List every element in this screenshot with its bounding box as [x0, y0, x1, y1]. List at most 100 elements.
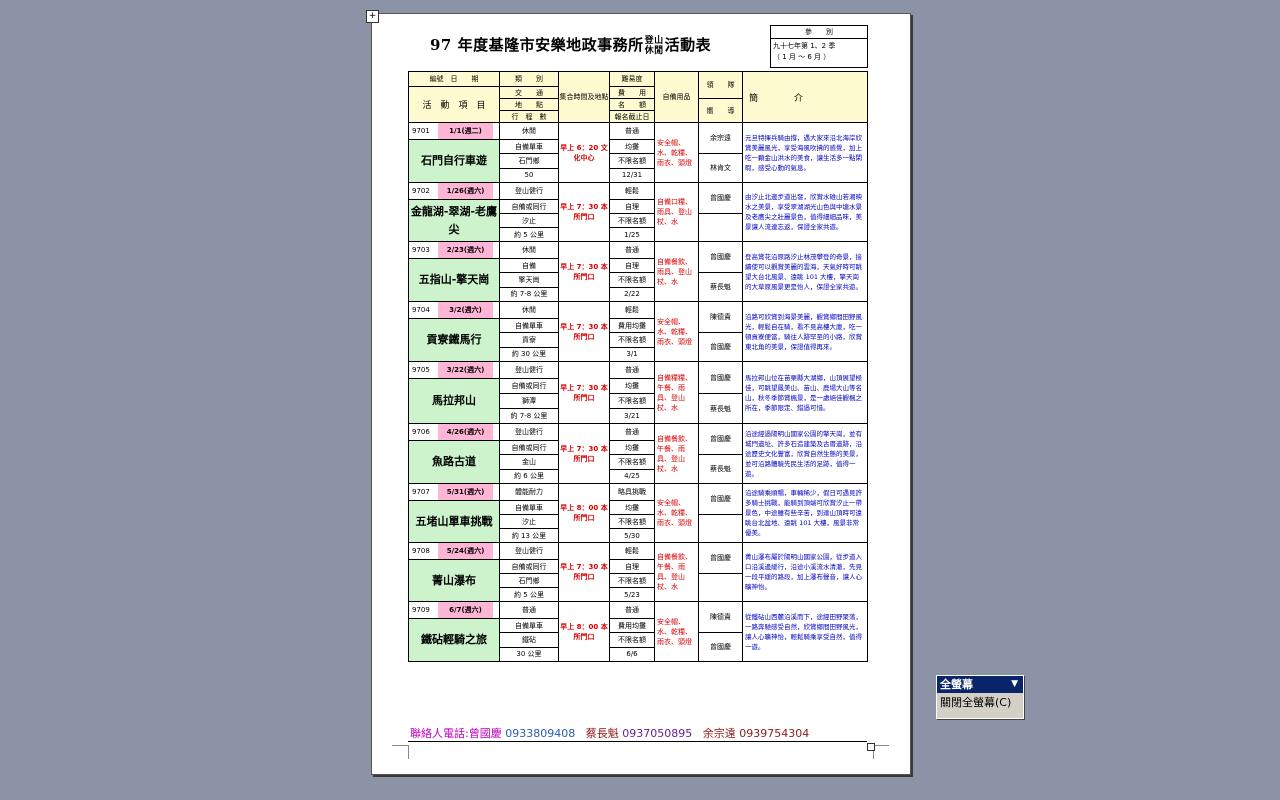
- table-move-handle-icon[interactable]: +: [366, 10, 379, 23]
- header-fee: 費 用: [609, 86, 655, 99]
- contact-3-name: 余宗遠: [702, 727, 736, 740]
- activity-leader: 曾國慶: [698, 423, 743, 455]
- activity-name: 菁山瀑布: [408, 559, 500, 602]
- table-resize-handle-icon[interactable]: [867, 743, 875, 751]
- reference-box: 參 別 九十七年第 1、2 季 （ 1 月 ～ 6 月 ）: [770, 25, 868, 68]
- activity-description: 沿途騎乘順暢，車輛稀少，假日可遇見許多騎士挑戰，能騎到頂端可欣賞汐止一帶景色，中…: [742, 483, 868, 543]
- activity-difficulty: 普通: [609, 601, 655, 619]
- activity-leader: 曾國慶: [698, 361, 743, 394]
- header-deadline: 報名截止日: [609, 110, 655, 123]
- reference-period: 九十七年第 1、2 季 （ 1 月 ～ 6 月 ）: [771, 39, 867, 65]
- activity-category: 登山健行: [499, 361, 559, 379]
- activity-date: 5/31(週六): [438, 484, 493, 500]
- activity-equipment: 安全帽、水、乾糧、雨衣、頭燈: [654, 601, 699, 662]
- activity-fee: 均攤: [609, 500, 655, 515]
- activity-equipment: 安全帽、水、乾糧、雨衣、頭燈: [654, 301, 699, 362]
- activity-meeting: 早上 8：00 本所門口: [558, 601, 610, 662]
- activity-location: 獅潭: [499, 393, 559, 409]
- fullscreen-toolbar[interactable]: 全螢幕 ▼ 關閉全螢幕(C): [936, 675, 1024, 719]
- activity-code-date: 9708 5/24(週六): [408, 542, 500, 560]
- activity-schedule-table: 編號 日 期 類 別 集合時間及地點 難易度 自備用品 領 隊 簡 介 活 動 …: [408, 71, 868, 662]
- contact-footer: 聯絡人電話:曾國慶 0933809408 蔡長魁 0937050895 余宗遠 …: [410, 725, 809, 741]
- activity-code: 9706: [409, 424, 438, 439]
- activity-plan: 50: [499, 167, 559, 183]
- contact-1-phone: 0933809408: [505, 727, 576, 740]
- activity-code-date: 9702 1/26(週六): [408, 182, 500, 200]
- activity-category: 休閒: [499, 241, 559, 259]
- close-fullscreen-button[interactable]: 關閉全螢幕(C): [937, 693, 1023, 713]
- activity-deadline: 2/22: [609, 286, 655, 302]
- activity-difficulty: 普通: [609, 361, 655, 379]
- activity-equipment: 安全帽、水、乾糧、雨衣、頭燈: [654, 122, 699, 183]
- activity-location: 金山: [499, 454, 559, 470]
- activity-description: 沿路可欣賞到海景美麗，觀賞鄉間田野風光，輕鬆自在騎，看不見高樓大廈，吃一頓貢寮便…: [742, 301, 868, 362]
- header-item: 活 動 項 目: [408, 86, 500, 123]
- header-location: 地 點: [499, 98, 559, 111]
- activity-description: 菁山瀑布屬於陽明山國家公園，從步道入口沿溪邊緩行，沿途小溪流水清澈，先見一段平緩…: [742, 542, 868, 602]
- activity-date: 4/26(週六): [438, 424, 493, 440]
- activity-difficulty: 輕鬆: [609, 542, 655, 560]
- activity-date: 3/22(週六): [438, 362, 493, 378]
- activity-transport: 自備單車: [499, 139, 559, 154]
- reference-line-2: （ 1 月 ～ 6 月 ）: [773, 53, 831, 61]
- activity-plan: 約 6 公里: [499, 468, 559, 484]
- activity-location: 石門鄉: [499, 153, 559, 169]
- fullscreen-toolbar-title-text: 全螢幕: [940, 678, 973, 691]
- footer-divider: [408, 741, 867, 742]
- activity-deadline: 12/31: [609, 167, 655, 183]
- activity-leader: 曾國慶: [698, 542, 743, 574]
- activity-leader: 曾國慶: [698, 483, 743, 515]
- header-category: 類 別: [499, 71, 559, 87]
- activity-code-date: 9703 2/23(週六): [408, 241, 500, 259]
- activity-transport: 自備或同行: [499, 199, 559, 214]
- header-difficulty: 難易度: [609, 71, 655, 87]
- activity-fee: 費用均攤: [609, 618, 655, 633]
- activity-name: 貢寮鐵馬行: [408, 318, 500, 362]
- header-equipment: 自備用品: [654, 71, 699, 123]
- activity-guide: 蔡長魁: [698, 454, 743, 484]
- activity-category: 體能耐力: [499, 483, 559, 501]
- activity-row-top: 9706 4/26(週六) 登山健行 早上 7：30 本所門口 普通 自備餐飲、午餐、雨具…: [408, 423, 868, 484]
- activity-code-date: 9705 3/22(週六): [408, 361, 500, 379]
- activity-location: 汐止: [499, 514, 559, 529]
- activity-transport: 自備單車: [499, 318, 559, 333]
- activity-guide: [698, 514, 743, 543]
- activity-row-top: 9702 1/26(週六) 登山健行 早上 7：30 本所門口 輕鬆 自備口糧、雨具、登山…: [408, 182, 868, 242]
- title-main: 97 年度基隆市安樂地政事務所: [430, 36, 644, 54]
- activity-category: 登山健行: [499, 423, 559, 441]
- activity-meeting: 早上 7：30 本所門口: [558, 301, 610, 362]
- activity-difficulty: 略具挑戰: [609, 483, 655, 501]
- activity-difficulty: 普通: [609, 423, 655, 441]
- activity-fee: 自理: [609, 559, 655, 574]
- activity-name: 石門自行車遊: [408, 139, 500, 183]
- activity-equipment: 安全帽、水、乾糧、雨衣、頭燈: [654, 483, 699, 543]
- header-leader: 領 隊: [698, 71, 743, 99]
- activity-description: 沿途經過陽明山國家公園的擎天崗，並有城門遺址、許多石造建築及古厝遺跡，沿途歷史文…: [742, 423, 868, 484]
- activity-transport: 自備或同行: [499, 378, 559, 394]
- header-meet: 集合時間及地點: [558, 71, 610, 123]
- activity-deadline: 4/25: [609, 468, 655, 484]
- activity-transport: 自備或同行: [499, 440, 559, 455]
- crop-mark: [408, 745, 409, 759]
- activity-quota: 不限名額: [609, 153, 655, 169]
- title-suffix: 活動表: [664, 36, 712, 54]
- crop-mark: [873, 745, 889, 746]
- title-stack-top: 登山: [644, 36, 664, 46]
- activity-fee: 自理: [609, 199, 655, 214]
- activity-leader: 陳德貴: [698, 301, 743, 333]
- activity-meeting: 早上 7：30 本所門口: [558, 423, 610, 484]
- activity-equipment: 自備餐飲、午餐、雨具、登山杖、水: [654, 542, 699, 602]
- title-stack-bottom: 休閒: [644, 46, 664, 56]
- activity-transport: 自備單車: [499, 618, 559, 633]
- activity-guide: 林肯文: [698, 153, 743, 183]
- activity-fee: 自理: [609, 258, 655, 273]
- activity-leader: 曾國慶: [698, 182, 743, 214]
- activity-code: 9705: [409, 362, 438, 377]
- activity-quota: 不限名額: [609, 573, 655, 588]
- activity-date: 1/1(週二): [438, 123, 493, 139]
- fullscreen-toolbar-title[interactable]: 全螢幕 ▼: [937, 676, 1023, 693]
- header-quota: 名 額: [609, 98, 655, 111]
- activity-fee: 均攤: [609, 378, 655, 394]
- activity-guide: 蔡長魁: [698, 393, 743, 424]
- toolbar-options-dropdown-icon[interactable]: ▼: [1011, 676, 1018, 693]
